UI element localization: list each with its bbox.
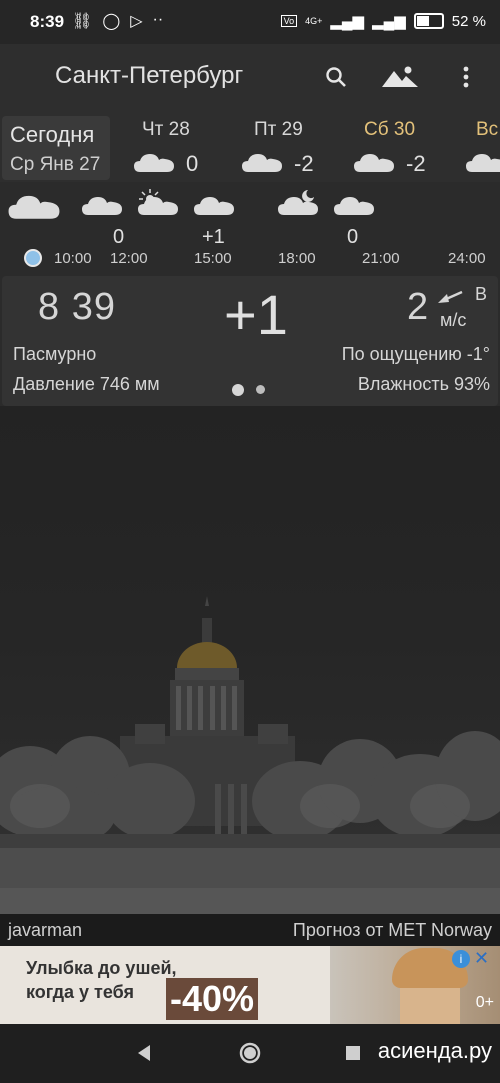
wind-speed: 2	[407, 286, 429, 328]
back-icon[interactable]	[136, 1044, 152, 1062]
day-temp: -2	[294, 151, 314, 176]
landscape-icon[interactable]	[382, 62, 418, 92]
ad-age-rating: 0+	[475, 994, 494, 1011]
hourly-temp: +1	[202, 226, 225, 248]
recents-icon[interactable]	[346, 1046, 360, 1060]
home-icon[interactable]	[238, 1041, 262, 1065]
more-vert-icon[interactable]	[451, 62, 481, 92]
navigation-bar: асиенда.ру	[0, 1024, 500, 1083]
app-bar: Санкт-Петербург	[0, 44, 500, 112]
cloudy-night-icon	[278, 190, 318, 215]
cloud-icon	[242, 154, 282, 172]
day-tab-fri[interactable]: Пт 29 -2	[240, 116, 350, 180]
day-temp: 0	[186, 151, 199, 176]
current-temperature: +1	[224, 283, 288, 346]
cloud-icon	[334, 197, 374, 215]
hour-label: 12:00	[110, 250, 148, 267]
wind-direction: В	[475, 284, 488, 304]
network-label: 4G+	[305, 16, 323, 26]
day-name: Вс	[476, 119, 499, 140]
status-bar: 8:39 ⛓ ◯ ▷ ·· Vo 4G+ ▂▄▆ ▂▄▆ 52 %	[0, 0, 500, 44]
hourly-temp: 0	[113, 226, 125, 248]
cloud-icon	[8, 195, 60, 219]
city-title[interactable]: Санкт-Петербург	[55, 62, 243, 90]
status-notification-icons: ⛓ ◯ ▷ ··	[72, 11, 163, 31]
hourly-temp: 0	[347, 226, 359, 248]
credits-bar: javarman Прогноз от MET Norway	[0, 914, 500, 946]
background-photo	[0, 406, 500, 914]
signal-icon: ▂▄▆	[330, 13, 365, 30]
cloud-icon	[82, 197, 122, 215]
ad-info-icon[interactable]: i	[452, 950, 470, 968]
whatsapp-icon: ◯	[102, 13, 121, 30]
humidity-text: Влажность 93%	[357, 374, 490, 394]
day-tab-today[interactable]: Сегодня Ср Янв 27	[2, 116, 110, 180]
day-tab-sun[interactable]: Вс	[462, 116, 500, 180]
hour-label: 21:00	[362, 250, 400, 267]
ad-line-2: когда у тебя	[26, 982, 134, 1002]
cloud-icon	[354, 154, 394, 172]
play-store-icon: ▷	[130, 13, 143, 30]
more-dots-icon: ··	[152, 11, 164, 28]
status-right: Vo 4G+ ▂▄▆ ▂▄▆ 52 %	[280, 12, 486, 30]
current-weather-card[interactable]: 8 39 +1 2 В м/с Пасмурно По ощущению -1°…	[2, 276, 498, 406]
cloud-icon	[466, 154, 500, 172]
link-icon: ⛓	[72, 13, 93, 30]
current-time: 8 39	[38, 286, 116, 328]
wind-unit: м/с	[440, 310, 467, 330]
battery-icon	[413, 13, 444, 29]
forecast-source[interactable]: Прогноз от MET Norway	[293, 920, 492, 941]
hour-label: 18:00	[278, 250, 316, 267]
hour-label: 24:00	[448, 250, 486, 267]
page-indicator	[256, 385, 265, 394]
feels-like-text: По ощущению -1°	[341, 344, 490, 364]
pressure-text: Давление 746 мм	[13, 374, 160, 394]
volte-icon: Vo	[280, 15, 298, 27]
status-time: 8:39	[30, 12, 65, 31]
ad-discount: -40%	[166, 978, 259, 1020]
hour-label: 15:00	[194, 250, 232, 267]
cathedral-illustration	[0, 596, 500, 914]
day-name: Сб 30	[364, 119, 416, 140]
signal-icon-2: ▂▄▆	[372, 13, 406, 30]
ad-close-icon[interactable]: ✕	[474, 948, 494, 968]
day-tab-thu[interactable]: Чт 28 0	[120, 116, 230, 180]
page-indicator-active	[232, 384, 244, 396]
hourly-forecast[interactable]: 0 +1 0 10:00 12:00 15:00 18:00 21:00 24:…	[0, 182, 500, 272]
wind-arrow-icon	[438, 290, 463, 303]
today-label: Сегодня	[10, 122, 95, 147]
partly-cloudy-icon	[138, 189, 178, 215]
day-temp: -2	[406, 151, 426, 176]
day-name: Чт 28	[142, 119, 190, 140]
cloud-icon	[134, 154, 174, 172]
photo-author[interactable]: javarman	[8, 920, 82, 941]
cloud-icon	[194, 197, 234, 215]
watermark: асиенда.ру	[377, 1038, 492, 1063]
today-date: Ср Янв 27	[10, 154, 101, 175]
days-row: Сегодня Ср Янв 27 Чт 28 0 Пт 29 -2 Сб 30…	[0, 112, 500, 182]
condition-text: Пасмурно	[13, 344, 97, 364]
search-icon[interactable]	[321, 62, 351, 92]
ad-headline: Улыбка до ушей, когда у тебя	[26, 956, 177, 1004]
ad-line-1: Улыбка до ушей,	[26, 958, 177, 978]
ad-banner[interactable]: Улыбка до ушей, когда у тебя -40% i ✕ 0+	[0, 946, 500, 1024]
day-name: Пт 29	[254, 119, 303, 140]
day-tab-sat[interactable]: Сб 30 -2	[352, 116, 462, 180]
current-time-marker	[24, 249, 42, 267]
hour-label: 10:00	[54, 250, 92, 267]
battery-percent: 52 %	[451, 12, 486, 30]
